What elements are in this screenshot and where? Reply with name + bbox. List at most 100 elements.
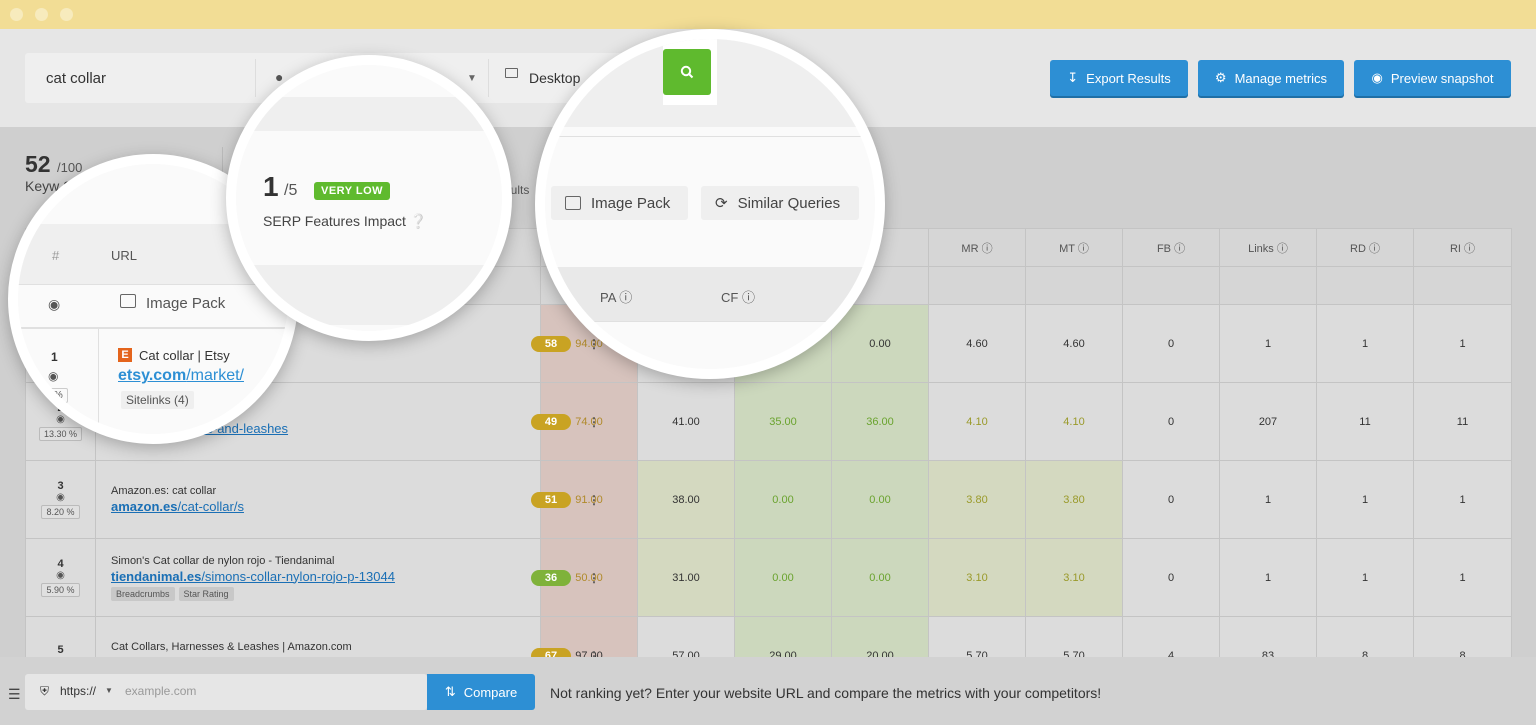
metric-cell: 41.00 [637, 382, 735, 461]
table-header-band [545, 267, 875, 321]
metric-cell: 3.80 [928, 460, 1026, 539]
ctr-badge: 5.90 % [41, 583, 80, 597]
search-icon [680, 65, 694, 79]
serp-features-label: SERP Features Impact ❔ [263, 213, 428, 229]
metric-cell: 1 [1316, 304, 1414, 383]
metric-cell: 0.00 [734, 538, 832, 617]
export-results-button[interactable]: ↧ Export Results [1050, 60, 1188, 96]
metric-cell: 0.00 [734, 460, 832, 539]
magnifier-serp-features: 1 /5 VERY LOW SERP Features Impact ❔ [226, 55, 512, 341]
menu-icon[interactable]: ☰ [8, 686, 21, 703]
result-url-link[interactable]: etsy.com/market/ [118, 367, 244, 385]
help-icon: ⓘ [741, 290, 755, 305]
result-title: Simon's Cat collar de nylon rojo - Tiend… [111, 554, 335, 567]
result-title: Amazon.es: cat collar [111, 485, 217, 497]
metric-cell: 1 [1219, 538, 1317, 617]
eye-icon[interactable]: ◉ [48, 296, 60, 313]
compare-url-field: ⛨ https:// ▼ example.com [25, 674, 427, 710]
desktop-icon [505, 68, 518, 78]
manage-metrics-label: Manage metrics [1234, 70, 1328, 86]
metric-cell: 207 [1219, 382, 1317, 461]
help-icon: ⓘ [619, 290, 633, 305]
search-button[interactable] [663, 49, 711, 95]
download-icon: ↧ [1067, 70, 1079, 85]
result-title: Cat collar | Etsy [139, 348, 230, 363]
serp-features-denominator: /5 [284, 182, 298, 199]
serp-features-score: 1 [263, 171, 279, 202]
score-badge: 49 [531, 413, 571, 430]
window-close-dot[interactable] [10, 8, 23, 21]
help-icon: ⓘ [1174, 242, 1186, 255]
more-options-icon[interactable]: ⋮ [588, 493, 600, 507]
eye-icon[interactable]: ◉ [26, 492, 95, 503]
score-badge: 51 [531, 491, 571, 508]
col-header-mt[interactable]: MT ⓘ [1025, 228, 1123, 267]
metric-cell: 3.10 [928, 538, 1026, 617]
serp-feature-tag: Star Rating [178, 586, 234, 601]
result-url-link[interactable]: tiendanimal.es/simons-collar-nylon-rojo-… [111, 569, 395, 584]
compare-bar: ☰ ⛨ https:// ▼ example.com ⇅ Compare Not… [0, 657, 1536, 725]
refresh-icon: ⟳ [715, 195, 728, 212]
ctr-badge: 20 % [35, 388, 68, 403]
row-number: 3 [57, 480, 64, 492]
score-badge: 36 [531, 569, 571, 586]
url-input[interactable]: example.com [125, 684, 196, 698]
result-url-link[interactable]: amazon.es/cat-collar/s [111, 499, 244, 514]
preview-snapshot-label: Preview snapshot [1390, 70, 1494, 86]
keyword-input[interactable]: cat collar [46, 70, 106, 87]
help-icon[interactable]: ❔ [410, 213, 427, 229]
row-number: 4 [57, 558, 64, 570]
help-icon: ⓘ [1276, 242, 1288, 255]
ctr-badge: 8.20 % [41, 505, 80, 519]
sitelinks-tag: Sitelinks (4) [121, 391, 194, 409]
metric-cell: 35.00 [734, 382, 832, 461]
eye-icon[interactable]: ◉ [48, 369, 58, 383]
metric-cell: 0 [1122, 304, 1220, 383]
compare-button[interactable]: ⇅ Compare [427, 674, 535, 710]
metric-cell: 1 [1413, 538, 1512, 617]
window-minimize-dot[interactable] [35, 8, 48, 21]
toolbar-band [236, 97, 502, 131]
metric-cell: 11 [1413, 382, 1512, 461]
shield-icon: ⛨ [40, 684, 50, 698]
help-icon: ⓘ [1368, 242, 1380, 255]
col-header-fb[interactable]: FB ⓘ [1122, 228, 1220, 267]
window-titlebar [0, 0, 1536, 29]
feature-similar-queries[interactable]: ⟳ Similar Queries [701, 186, 859, 220]
serp-impact-badge: VERY LOW [314, 182, 391, 200]
more-options-icon[interactable]: ⋮ [588, 571, 600, 585]
preview-snapshot-button[interactable]: ◉ Preview snapshot [1354, 60, 1511, 96]
metric-cell: 4.10 [928, 382, 1026, 461]
manage-metrics-button[interactable]: ⚙ Manage metrics [1198, 60, 1344, 96]
protocol-select[interactable]: https:// [60, 684, 96, 698]
col-header-links[interactable]: Links ⓘ [1219, 228, 1317, 267]
col-header-rd[interactable]: RD ⓘ [1316, 228, 1414, 267]
etsy-favicon: E [118, 348, 132, 362]
row-number: 5 [57, 644, 64, 656]
table-header-band [236, 265, 502, 325]
metric-cell: 0.00 [831, 460, 929, 539]
feature-image-pack[interactable]: Image Pack [551, 186, 688, 220]
gear-icon: ⚙ [1214, 70, 1227, 85]
col-header-pa[interactable]: PA ⓘ [600, 287, 632, 306]
metric-cell: 1 [1219, 304, 1317, 383]
col-header-cf[interactable]: CF ⓘ [721, 287, 755, 306]
image-icon [565, 196, 581, 210]
chevron-down-icon[interactable]: ▼ [105, 686, 113, 695]
window-maximize-dot[interactable] [60, 8, 73, 21]
compare-hint: Not ranking yet? Enter your website URL … [550, 685, 1102, 701]
metric-cell: 4.10 [1025, 382, 1123, 461]
metric-cell: 38.00 [637, 460, 735, 539]
more-options-icon[interactable]: ⋮ [588, 415, 600, 429]
eye-icon[interactable]: ◉ [26, 570, 95, 581]
export-results-label: Export Results [1086, 70, 1171, 86]
col-header-mr[interactable]: MR ⓘ [928, 228, 1026, 267]
url-cell: Simon's Cat collar de nylon rojo - Tiend… [95, 538, 600, 617]
camera-icon: ◉ [1371, 70, 1383, 85]
metric-cell: 36.00 [831, 382, 929, 461]
url-cell: Amazon.es: cat collar amazon.es/cat-colla… [95, 460, 600, 539]
magnifier-features-pills: Image Pack ⟳ Similar Queries PA ⓘ CF ⓘ [535, 29, 885, 379]
col-header-ri[interactable]: RI ⓘ [1413, 228, 1512, 267]
metric-cell: 31.00 [637, 538, 735, 617]
table-row: 3 ◉ 8.20 % Amazon.es: cat collar amazon.es/c… [25, 460, 1512, 539]
